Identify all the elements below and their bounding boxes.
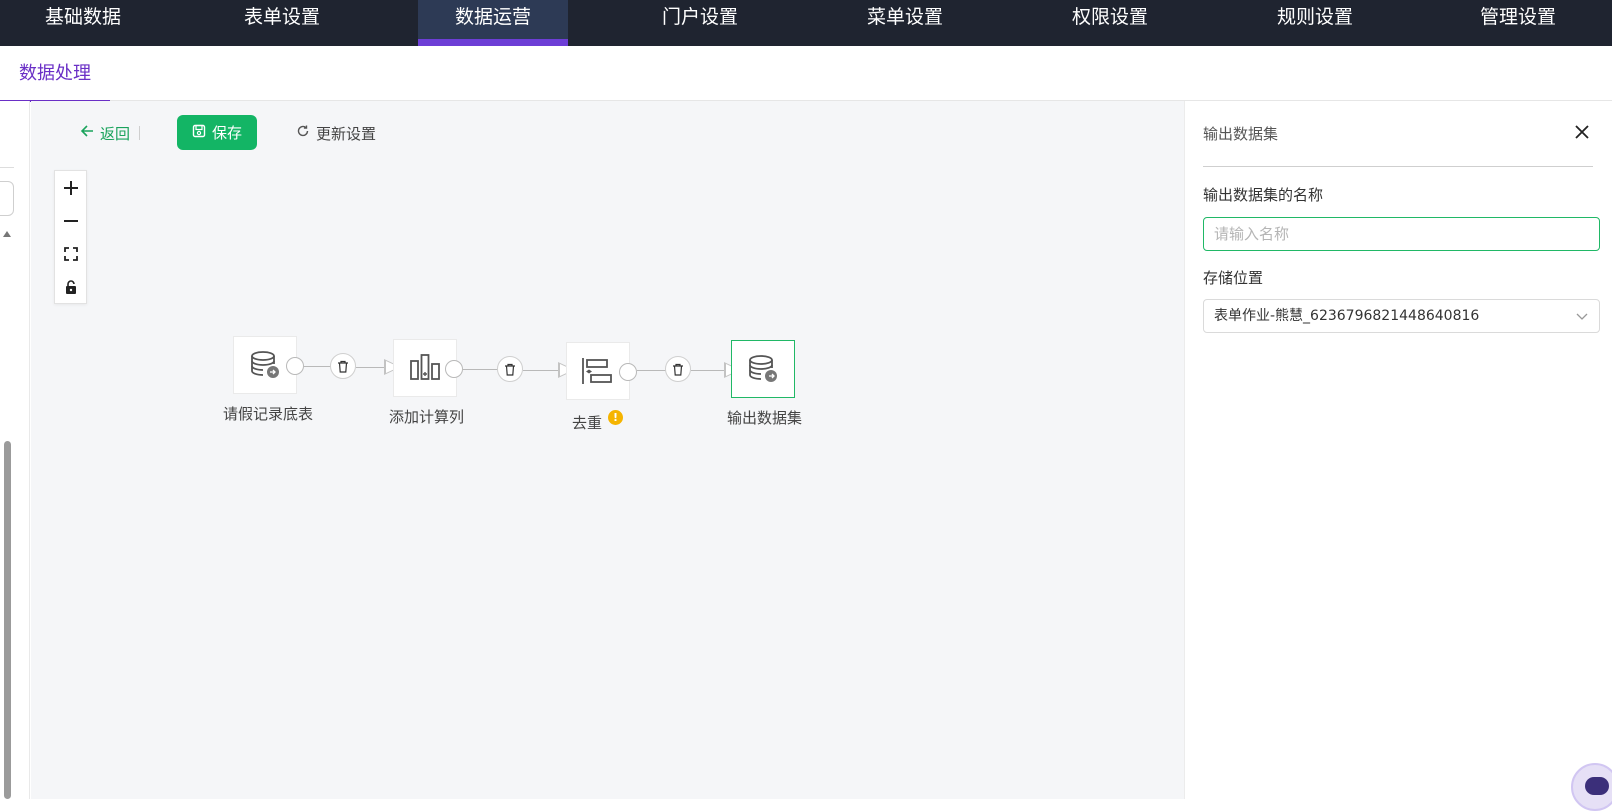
arrow-left-icon [80, 123, 94, 143]
save-button[interactable]: 保存 [177, 115, 257, 150]
divider [0, 167, 14, 168]
assistant-bot-button[interactable] [1571, 763, 1612, 811]
refresh-icon [296, 124, 310, 142]
dedupe-icon [582, 358, 612, 384]
flow-edge [523, 370, 558, 371]
caret-up-icon[interactable] [3, 231, 11, 237]
save-label: 保存 [211, 124, 242, 142]
scrollbar[interactable] [4, 441, 11, 799]
flow-node-output[interactable] [731, 340, 795, 398]
flow-node-label: 输出数据集 [727, 409, 803, 427]
update-settings-button[interactable]: 更新设置 [296, 120, 376, 146]
panel-divider [1203, 166, 1593, 167]
plus-icon [63, 180, 78, 195]
chevron-down-icon [1576, 313, 1588, 320]
delete-edge-button[interactable] [665, 356, 691, 382]
dataset-name-label: 输出数据集的名称 [1203, 186, 1324, 204]
nav-item-permission-settings[interactable]: 权限设置 [1035, 0, 1185, 46]
trash-icon [338, 360, 348, 373]
collapsed-input[interactable] [0, 181, 14, 216]
output-dataset-panel: 输出数据集 输出数据集的名称 存储位置 表单作业-熊慧_623679682144… [1184, 101, 1612, 799]
back-label: 返回 [100, 124, 131, 143]
left-collapsed-panel [0, 101, 30, 799]
output-port[interactable] [619, 363, 637, 381]
back-button[interactable]: 返回 [80, 121, 130, 145]
storage-location-value: 表单作业-熊慧_6236796821448640816 [1214, 308, 1480, 324]
nav-item-basic-data[interactable]: 基础数据 [8, 0, 158, 46]
warning-icon[interactable]: ! [608, 410, 623, 425]
flow-node-label: 请假记录底表 [223, 405, 314, 423]
flow-edge [637, 370, 667, 371]
database-input-icon [251, 351, 279, 378]
flow-node-label: 添加计算列 [389, 408, 465, 426]
flow-node-label: 去重 [572, 414, 603, 432]
trash-icon [505, 363, 515, 376]
flow-edge [463, 369, 498, 370]
bot-icon [1585, 777, 1609, 795]
nav-item-portal-settings[interactable]: 门户设置 [625, 0, 775, 46]
output-port[interactable] [286, 357, 304, 375]
nav-item-rule-settings[interactable]: 规则设置 [1240, 0, 1390, 46]
zoom-in-button[interactable] [55, 171, 86, 204]
delete-edge-button[interactable] [330, 353, 356, 379]
panel-title: 输出数据集 [1203, 125, 1279, 143]
zoom-out-button[interactable] [55, 204, 86, 237]
storage-location-label: 存储位置 [1203, 269, 1264, 287]
storage-location-select[interactable]: 表单作业-熊慧_6236796821448640816 [1203, 299, 1600, 333]
output-port[interactable] [445, 360, 463, 378]
toolbar-divider [139, 126, 140, 140]
flow-canvas[interactable]: 返回 保存 更新设置 请假记录底表 添加计算列 去重 ! 输出数据集 [31, 101, 1184, 799]
database-output-icon [749, 355, 777, 382]
update-settings-label: 更新设置 [316, 124, 377, 143]
compute-column-icon [410, 354, 440, 380]
fullscreen-icon [63, 246, 78, 261]
trash-icon [673, 363, 683, 376]
save-icon [192, 124, 206, 142]
dataset-name-input[interactable] [1203, 217, 1600, 251]
lock-button[interactable] [55, 270, 86, 303]
zoom-controls [54, 170, 87, 304]
minus-icon [63, 219, 78, 222]
nav-item-data-operations[interactable]: 数据运营 [418, 0, 568, 46]
delete-edge-button[interactable] [497, 356, 523, 382]
flow-edge [356, 367, 384, 368]
sub-tab-bar: 数据处理 [0, 46, 1612, 102]
top-nav: 基础数据 表单设置 数据运营 门户设置 菜单设置 权限设置 规则设置 管理设置 [0, 0, 1612, 46]
fit-screen-button[interactable] [55, 237, 86, 270]
unlock-icon [65, 279, 76, 294]
nav-item-form-settings[interactable]: 表单设置 [207, 0, 357, 46]
nav-item-menu-settings[interactable]: 菜单设置 [830, 0, 980, 46]
nav-item-admin-settings[interactable]: 管理设置 [1443, 0, 1593, 46]
tab-data-processing[interactable]: 数据处理 [0, 46, 110, 102]
close-icon[interactable] [1571, 121, 1593, 143]
flow-edge [691, 370, 724, 371]
